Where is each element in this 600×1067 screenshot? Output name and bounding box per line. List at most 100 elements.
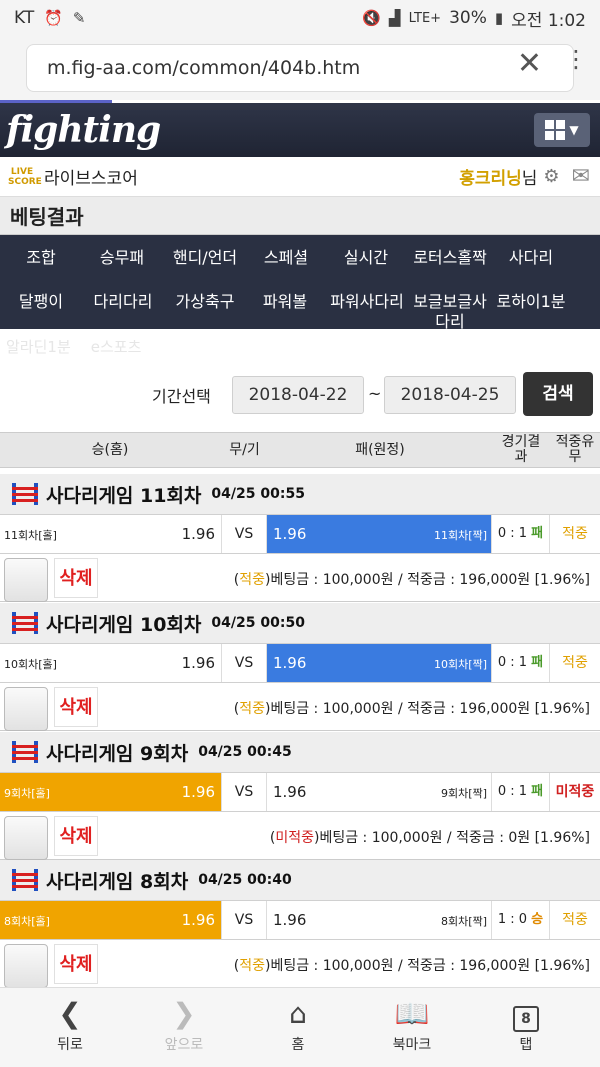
score-cell: 0 : 1 패 — [492, 515, 550, 553]
home-pick[interactable]: 8회차[홀] 1.96 — [0, 901, 222, 939]
category-item[interactable]: 달팽이 — [8, 292, 74, 312]
category-item[interactable]: 스페셜 — [254, 248, 318, 268]
category-item[interactable]: e스포츠 — [91, 336, 142, 357]
bet-amounts: 베팅금 : 100,000원 / 적중금 : 196,000원 [1.96%] — [270, 701, 590, 717]
gear-icon[interactable]: ⚙ — [543, 166, 559, 187]
grid-menu-button[interactable]: ▼ — [534, 113, 590, 147]
browser-toolbar: m.fig-aa.com/common/404b.htm ✕ ⋮ — [0, 36, 600, 100]
category-item[interactable]: 로하이1분 — [494, 292, 568, 312]
away-pick[interactable]: 1.96 10회차[짝] — [267, 644, 492, 682]
ladder-icon — [12, 612, 38, 634]
away-label: 10회차[짝] — [434, 658, 487, 671]
mute-icon: 🔇 — [362, 9, 382, 27]
vs-label: VS — [222, 644, 267, 682]
signal-icon: ▟ — [389, 9, 401, 27]
game-title-bar: 사다리게임 9회차 04/25 00:45 — [0, 732, 600, 772]
ladder-icon — [12, 483, 38, 505]
category-item[interactable]: 조합 — [10, 248, 72, 268]
browser-bottom-nav: ❮ 뒤로 ❯ 앞으로 ⌂ 홈 📖 북마크 8 탭 — [0, 987, 600, 1067]
game-title-bar: 사다리게임 10회차 04/25 00:50 — [0, 603, 600, 643]
away-pick[interactable]: 1.96 11회차[짝] — [267, 515, 492, 553]
site-logo[interactable]: fighting — [6, 109, 161, 151]
page-title: 베팅결과 — [0, 197, 600, 235]
game-title-bar: 사다리게임 8회차 04/25 00:40 — [0, 860, 600, 900]
tabs-button[interactable]: 8 탭 — [476, 996, 576, 1054]
ladder-icon — [12, 741, 38, 763]
hit-status: 미적중 — [555, 784, 595, 800]
delete-button[interactable]: 삭제 — [54, 687, 98, 727]
bet-row: 삭제 (적중)베팅금 : 100,000원 / 적중금 : 196,000원 [… — [0, 940, 600, 988]
date-from-input[interactable]: 2018-04-22 — [232, 376, 364, 414]
bet-summary: (적중)베팅금 : 100,000원 / 적중금 : 196,000원 [1.9… — [233, 701, 590, 717]
away-pick[interactable]: 1.96 9회차[짝] — [267, 773, 492, 811]
home-button[interactable]: ⌂ 홈 — [248, 996, 348, 1054]
chevron-right-icon: ❯ — [172, 997, 196, 1030]
delete-button[interactable]: 삭제 — [54, 558, 98, 598]
away-label: 9회차[짝] — [441, 787, 487, 800]
forward-button[interactable]: ❯ 앞으로 — [134, 996, 234, 1054]
home-label: 8회차[홀] — [4, 915, 50, 928]
delete-button[interactable]: 삭제 — [54, 816, 98, 856]
vs-label: VS — [222, 515, 267, 553]
home-pick[interactable]: 11회차[홀] 1.96 — [0, 515, 222, 553]
away-odd: 1.96 — [273, 525, 307, 543]
user-area: 홍크리닝 님 ⚙ ✉ — [459, 164, 590, 189]
battery-icon: ▮ — [494, 9, 504, 27]
select-checkbox[interactable] — [4, 816, 48, 860]
delete-button[interactable]: 삭제 — [54, 944, 98, 984]
select-checkbox[interactable] — [4, 558, 48, 602]
book-icon: 📖 — [394, 997, 430, 1030]
back-button[interactable]: ❮ 뒤로 — [20, 996, 120, 1054]
more-menu-icon[interactable]: ⋮ — [556, 44, 596, 74]
category-item[interactable]: 보글보글사다리 — [410, 292, 490, 332]
away-label: 8회차[짝] — [441, 915, 487, 928]
category-item[interactable]: 승무패 — [90, 248, 154, 268]
category-item[interactable]: 알라딘1분 — [6, 336, 71, 357]
status-bar: KT ⏰ ✎ 🔇 ▟ LTE+ 30% ▮ 오전 1:02 — [0, 0, 600, 36]
home-odd: 1.96 — [181, 654, 215, 672]
live-score-link[interactable]: 라이브스코어 — [44, 164, 138, 189]
game-time: 04/25 00:50 — [211, 615, 305, 631]
away-odd: 1.96 — [273, 783, 307, 801]
site-header: fighting ▼ — [0, 103, 600, 157]
category-item[interactable]: 실시간 — [334, 248, 398, 268]
game-name: 사다리게임 10회차 — [46, 613, 202, 636]
home-pick[interactable]: 9회차[홀] 1.96 — [0, 773, 222, 811]
select-checkbox[interactable] — [4, 687, 48, 731]
bet-summary: (적중)베팅금 : 100,000원 / 적중금 : 196,000원 [1.9… — [233, 572, 590, 588]
hit-status: 적중 — [562, 526, 588, 542]
category-nav: 조합 승무패 핸디/언더 스페셜 실시간 로터스홀짝 사다리 달팽이 다리다리 … — [0, 235, 600, 332]
table-header: 승(홈) 무/기 패(원정) 경기결과 적중유무 — [0, 432, 600, 468]
chevron-left-icon: ❮ — [58, 997, 82, 1030]
search-button[interactable]: 검색 — [523, 372, 593, 416]
bookmark-button[interactable]: 📖 북마크 — [362, 996, 462, 1054]
bet-row: 삭제 (적중)베팅금 : 100,000원 / 적중금 : 196,000원 [… — [0, 554, 600, 602]
tabs-icon: 8 — [476, 996, 576, 1032]
close-icon[interactable]: ✕ — [517, 46, 542, 81]
url-field[interactable]: m.fig-aa.com/common/404b.htm — [26, 44, 574, 92]
category-item[interactable]: 가상축구 — [170, 292, 240, 312]
network-label: LTE+ — [408, 10, 442, 26]
bet-summary: (미적중)베팅금 : 100,000원 / 적중금 : 0원 [1.96%] — [269, 830, 590, 846]
home-pick[interactable]: 10회차[홀] 1.96 — [0, 644, 222, 682]
game-block: 사다리게임 11회차 04/25 00:55 11회차[홀] 1.96 VS 1… — [0, 474, 600, 602]
bet-status-tag: 미적중 — [275, 830, 314, 846]
user-suffix: 님 — [521, 169, 538, 189]
clock-label: 오전 1:02 — [511, 10, 586, 31]
user-name[interactable]: 홍크리닝 — [459, 164, 522, 189]
vs-label: VS — [222, 773, 267, 811]
category-item[interactable]: 파워볼 — [254, 292, 316, 312]
date-to-input[interactable]: 2018-04-25 — [384, 376, 516, 414]
category-item[interactable]: 로터스홀짝 — [406, 248, 494, 268]
forward-label: 앞으로 — [164, 1037, 204, 1053]
mail-icon[interactable]: ✉ — [572, 164, 590, 189]
category-item[interactable]: 사다리 — [500, 248, 562, 268]
col-away: 패(원정) — [355, 442, 405, 458]
category-item[interactable]: 다리다리 — [88, 292, 158, 312]
away-pick[interactable]: 1.96 8회차[짝] — [267, 901, 492, 939]
select-checkbox[interactable] — [4, 944, 48, 988]
category-item[interactable]: 파워사다리 — [326, 292, 408, 312]
notification-icon: ✎ — [72, 9, 86, 27]
category-item[interactable]: 핸디/언더 — [164, 248, 246, 268]
carrier-label: KT — [14, 8, 35, 28]
